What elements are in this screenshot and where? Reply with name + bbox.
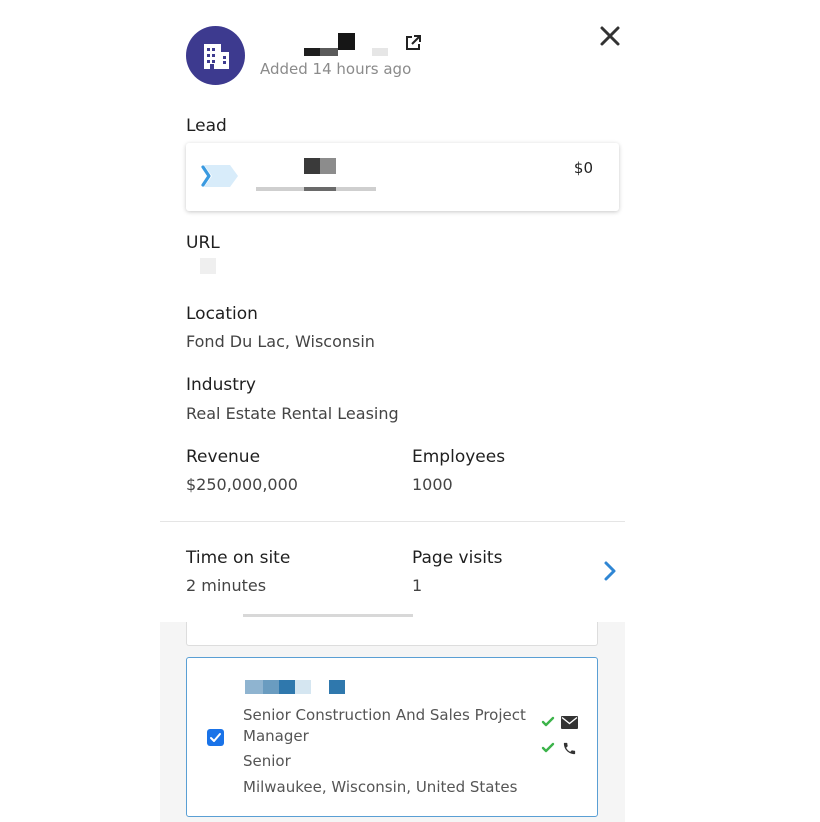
company-detail-panel: Added 14 hours ago Lead $0 URL Location … [160, 0, 625, 822]
check-green-icon [541, 716, 555, 727]
company-name-redacted[interactable] [260, 30, 405, 58]
previous-contact-text-redacted [243, 614, 413, 624]
contact-card[interactable]: Senior Construction And Sales Project Ma… [186, 657, 598, 817]
check-green-icon [541, 742, 555, 753]
envelope-icon[interactable] [561, 716, 578, 729]
lead-label: Lead [186, 116, 227, 136]
contact-job-title: Senior Construction And Sales Project Ma… [243, 706, 526, 745]
section-divider [160, 521, 625, 522]
company-avatar [186, 26, 245, 85]
previous-contact-card[interactable] [186, 614, 598, 646]
page-visits-value: 1 [412, 576, 423, 595]
location-value: Fond Du Lac, Wisconsin [186, 332, 375, 351]
phone-verified [541, 741, 581, 759]
phone-icon[interactable] [562, 741, 577, 756]
contact-name-redacted[interactable] [245, 680, 355, 696]
external-link-icon[interactable] [404, 34, 422, 52]
chevron-right-icon[interactable] [602, 560, 618, 582]
time-on-site-value: 2 minutes [186, 576, 267, 595]
pipeline-stage-arrow-icon [201, 165, 238, 187]
building-icon [203, 43, 229, 69]
checkmark-icon [210, 733, 221, 742]
industry-label: Industry [186, 375, 256, 395]
revenue-value: $250,000,000 [186, 475, 298, 494]
email-verified [541, 715, 581, 733]
added-timestamp: Added 14 hours ago [260, 60, 412, 78]
contact-seniority: Senior [243, 752, 291, 770]
employees-value: 1000 [412, 475, 453, 494]
revenue-label: Revenue [186, 447, 261, 467]
lead-amount: $0 [573, 159, 593, 177]
url-label: URL [186, 233, 220, 253]
url-value-redacted[interactable] [200, 258, 216, 274]
close-icon[interactable] [598, 24, 622, 48]
contacts-list: Senior Construction And Sales Project Ma… [160, 614, 625, 822]
location-label: Location [186, 304, 258, 324]
industry-value: Real Estate Rental Leasing [186, 404, 399, 423]
page-visits-label: Page visits [412, 548, 503, 568]
employees-label: Employees [412, 447, 506, 467]
lead-card[interactable]: $0 [186, 143, 619, 211]
contact-select-checkbox[interactable] [207, 729, 224, 746]
contact-location: Milwaukee, Wisconsin, United States [243, 778, 518, 796]
time-on-site-label: Time on site [186, 548, 291, 568]
